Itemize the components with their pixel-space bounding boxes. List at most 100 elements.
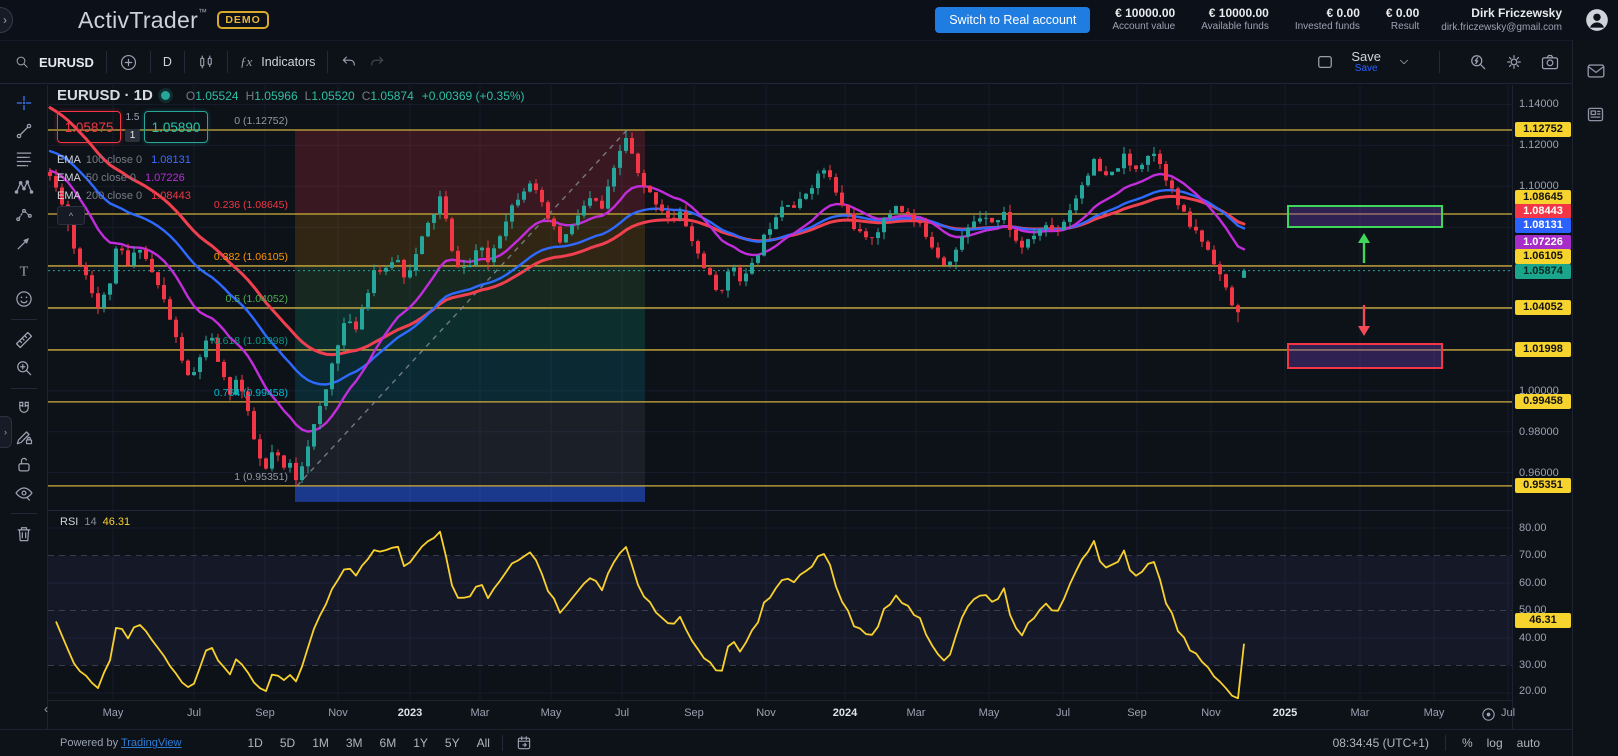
indicator-legend: EMA100 close 01.08131EMA50 close 01.0722… xyxy=(57,151,525,205)
symbol-search[interactable]: EURUSD xyxy=(14,54,94,70)
date-axis[interactable]: ‹ MayJulSepNov2023MarMayJulSepNov2024Mar… xyxy=(48,700,1512,730)
ohlc-values: O1.05524H1.05966L1.05520C1.05874 xyxy=(186,89,414,103)
buy-button[interactable]: 1.05890 xyxy=(144,111,208,143)
gear-icon[interactable] xyxy=(1504,52,1524,72)
account-stat: € 0.00Result xyxy=(1386,6,1419,34)
price-tick: 30.00 xyxy=(1519,658,1547,672)
range-6m[interactable]: 6M xyxy=(380,736,397,750)
price-label: 1.04052 xyxy=(1515,300,1571,315)
auto-scale-button[interactable]: auto xyxy=(1517,736,1540,750)
price-tick: 20.00 xyxy=(1519,684,1547,698)
date-label: Jul xyxy=(1056,707,1070,719)
range-5y[interactable]: 5Y xyxy=(445,736,460,750)
range-3m[interactable]: 3M xyxy=(346,736,363,750)
chart-toolbar: EURUSD D ƒx Indicators Save Save xyxy=(0,40,1572,84)
price-label: 1.06105 xyxy=(1515,249,1571,264)
price-label: 0.99458 xyxy=(1515,394,1571,409)
range-buttons: 1D 5D 1M 3M 6M 1Y 5Y All xyxy=(248,736,490,750)
price-tick: 60.00 xyxy=(1519,576,1547,590)
camera-icon[interactable] xyxy=(1540,52,1560,72)
chart-legend: EURUSD · 1D O1.05524H1.05966L1.05520C1.0… xyxy=(57,87,525,205)
date-label: 2023 xyxy=(398,707,422,719)
date-label: Mar xyxy=(471,707,490,719)
tool-zoom-in-icon[interactable] xyxy=(7,354,41,382)
tool-text-icon[interactable]: T xyxy=(7,257,41,285)
clock-label[interactable]: 08:34:45 (UTC+1) xyxy=(1333,736,1429,750)
rsi-legend[interactable]: RSI 14 46.31 xyxy=(60,516,130,528)
save-layout-button[interactable]: Save Save xyxy=(1351,50,1381,74)
tool-ruler-icon[interactable] xyxy=(7,326,41,354)
tool-trend-line-icon[interactable] xyxy=(7,117,41,145)
expand-sidebar-button[interactable]: › xyxy=(0,7,13,33)
chart-type-button[interactable] xyxy=(197,53,215,71)
axis-collapse-icon[interactable]: ‹ xyxy=(44,702,48,716)
compare-add-button[interactable] xyxy=(119,53,138,72)
percent-scale-button[interactable]: % xyxy=(1462,736,1473,750)
panel-toggle-icon[interactable] xyxy=(1315,52,1335,72)
switch-to-real-account-button[interactable]: Switch to Real account xyxy=(935,7,1090,33)
date-label: 2025 xyxy=(1273,707,1297,719)
quick-search-icon[interactable] xyxy=(1468,52,1488,72)
price-label: 1.08443 xyxy=(1515,204,1571,219)
collapse-legend-button[interactable]: ^ xyxy=(57,206,85,225)
range-all[interactable]: All xyxy=(477,736,490,750)
price-label: 46.31 xyxy=(1515,613,1571,628)
tool-emoji-icon[interactable] xyxy=(7,285,41,313)
tool-trash-icon[interactable] xyxy=(7,520,41,548)
change-value: +0.00369 (+0.35%) xyxy=(422,89,525,103)
date-label: Jul xyxy=(187,707,201,719)
ohlc-item: L1.05520 xyxy=(305,89,355,103)
user-info[interactable]: Dirk Friczewsky dirk.friczewsky@gmail.co… xyxy=(1441,6,1562,35)
range-1m[interactable]: 1M xyxy=(312,736,329,750)
tool-fib-retracement-icon[interactable] xyxy=(7,145,41,173)
indicator-row-ema-50[interactable]: EMA50 close 01.07226 xyxy=(57,169,525,187)
date-label: Sep xyxy=(1127,707,1147,719)
timeframe-button[interactable]: D xyxy=(163,55,172,69)
tool-xabcd-pattern-icon[interactable] xyxy=(7,173,41,201)
tool-arrow-marker-icon[interactable] xyxy=(7,229,41,257)
account-stats: € 10000.00Account value € 10000.00Availab… xyxy=(1112,6,1419,34)
account-stat: € 0.00Invested funds xyxy=(1295,6,1360,34)
scroll-to-realtime-icon[interactable] xyxy=(1480,706,1497,723)
tradingview-link[interactable]: TradingView xyxy=(121,737,182,749)
tool-crosshair-icon[interactable] xyxy=(7,89,41,117)
legend-title[interactable]: EURUSD · 1D xyxy=(57,87,153,104)
fib-level-label: 0.618 (1.01998) xyxy=(48,335,288,347)
sell-button[interactable]: 1.05875 xyxy=(57,111,121,143)
mail-icon[interactable] xyxy=(1585,60,1607,82)
avatar-icon[interactable] xyxy=(1584,7,1610,33)
ohlc-item: O1.05524 xyxy=(186,89,239,103)
tool-eye-icon[interactable] xyxy=(7,479,41,507)
indicator-row-ema-200[interactable]: EMA200 close 01.08443 xyxy=(57,187,525,205)
ohlc-item: C1.05874 xyxy=(362,89,414,103)
tool-magnet-icon[interactable] xyxy=(7,395,41,423)
undo-button[interactable] xyxy=(340,53,358,71)
date-label: May xyxy=(979,707,1000,719)
log-scale-button[interactable]: log xyxy=(1487,736,1503,750)
indicators-button[interactable]: ƒx Indicators xyxy=(240,54,315,70)
price-label: 1.08645 xyxy=(1515,190,1571,205)
range-1d[interactable]: 1D xyxy=(248,736,263,750)
account-stat: € 10000.00Account value xyxy=(1112,6,1175,34)
price-tick: 0.98000 xyxy=(1519,425,1559,439)
price-label: 1.08131 xyxy=(1515,218,1571,233)
tool-lock-icon[interactable] xyxy=(7,451,41,479)
tool-forecast-icon[interactable] xyxy=(7,201,41,229)
date-label: Mar xyxy=(907,707,926,719)
redo-button[interactable] xyxy=(368,53,386,71)
go-to-date-icon[interactable] xyxy=(515,734,533,752)
right-widget-strip xyxy=(1572,40,1618,756)
price-tick: 1.12000 xyxy=(1519,138,1559,152)
account-stat: € 10000.00Available funds xyxy=(1201,6,1269,34)
chevron-down-icon[interactable] xyxy=(1397,55,1411,69)
search-icon xyxy=(14,54,30,70)
news-icon[interactable] xyxy=(1585,104,1606,125)
price-axis[interactable]: 1.140001.120001.100001.000000.980000.960… xyxy=(1512,85,1573,729)
indicator-row-ema-100[interactable]: EMA100 close 01.08131 xyxy=(57,151,525,169)
range-1y[interactable]: 1Y xyxy=(413,736,428,750)
range-5d[interactable]: 5D xyxy=(280,736,295,750)
svg-text:T: T xyxy=(19,264,28,280)
pane-separator[interactable] xyxy=(48,510,1512,511)
demo-badge: DEMO xyxy=(217,11,269,29)
watchlist-expand-handle[interactable]: › xyxy=(0,416,12,448)
